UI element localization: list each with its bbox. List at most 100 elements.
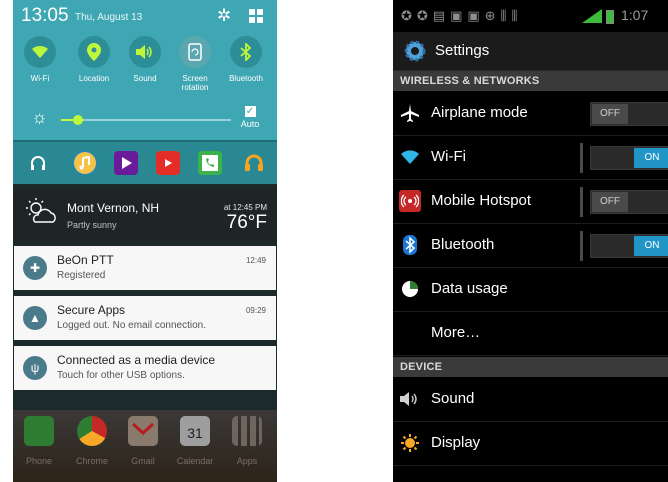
play-store-icon[interactable] xyxy=(114,151,138,175)
toggle-bluetooth[interactable]: Bluetooth xyxy=(221,36,271,83)
home-dock: Phone Chrome Gmail 31 Calendar Apps xyxy=(13,410,277,482)
phone-icon[interactable] xyxy=(198,151,222,175)
brightness-slider[interactable] xyxy=(61,115,231,125)
notification-subtitle: Logged out. No email connection. xyxy=(57,320,206,331)
hotspot-toggle[interactable]: OFF xyxy=(590,190,668,214)
weather-time: at 12:45 PM xyxy=(223,203,267,212)
toggle-state: OFF xyxy=(592,104,628,124)
headphones-icon[interactable] xyxy=(26,151,50,175)
toggle-wifi[interactable]: Wi-Fi xyxy=(15,36,65,83)
dock-calendar[interactable]: 31 Calendar xyxy=(169,416,221,466)
notification-card[interactable]: ψ Connected as a media device Touch for … xyxy=(14,346,276,390)
notification-time: 12:49 xyxy=(245,256,266,265)
youtube-icon[interactable] xyxy=(156,151,180,175)
weather-condition: Partly sunny xyxy=(67,220,117,230)
weather-city: Mont Vernon, NH xyxy=(67,201,160,215)
airplane-icon xyxy=(399,102,421,124)
gmail-icon xyxy=(128,416,158,446)
settings-item-wifi[interactable]: Wi-Fi ON xyxy=(393,135,668,180)
dock-label: Phone xyxy=(25,456,53,466)
grid-icon[interactable] xyxy=(249,9,263,23)
bluetooth-icon xyxy=(240,43,252,61)
settings-item-label: Data usage xyxy=(431,280,508,297)
toggle-label: Bluetooth xyxy=(229,74,263,83)
toggle-sound[interactable]: Sound xyxy=(120,36,170,83)
toggle-label: Sound xyxy=(133,74,157,83)
display-icon xyxy=(399,432,421,454)
settings-item-label: Display xyxy=(431,434,481,451)
page-title: Settings xyxy=(435,42,490,59)
dock-phone[interactable]: Phone xyxy=(13,416,65,466)
notification-card[interactable]: ✚ BeOn PTT Registered 12:49 xyxy=(14,246,276,290)
headphones-orange-icon[interactable] xyxy=(242,151,266,175)
speaker-icon xyxy=(399,388,421,410)
dock-label: Apps xyxy=(236,456,258,466)
clock-time: 13:05 xyxy=(21,5,69,26)
settings-item-display[interactable]: Display xyxy=(393,421,668,466)
toggle-label: Wi-Fi xyxy=(30,74,50,83)
dock-label: Calendar xyxy=(176,456,214,466)
music-note-icon[interactable] xyxy=(73,151,97,175)
settings-item-label: Bluetooth xyxy=(431,236,495,253)
settings-item-label: Wi-Fi xyxy=(431,148,466,165)
apps-grid-icon xyxy=(232,416,262,446)
dock-label: Chrome xyxy=(75,456,108,466)
wifi-icon xyxy=(399,146,421,168)
settings-item-label: Sound xyxy=(431,390,475,407)
settings-item-hotspot[interactable]: Mobile Hotspot OFF xyxy=(393,179,668,224)
status-icons: ✪✪▤▣▣⊕⫼⫼ xyxy=(401,8,523,23)
notification-time: 09:29 xyxy=(245,306,266,315)
dock-gmail[interactable]: Gmail xyxy=(117,416,169,466)
settings-item-airplane[interactable]: Airplane mode OFF xyxy=(393,91,668,136)
notification-title: Secure Apps xyxy=(57,303,126,317)
signal-icon xyxy=(582,9,602,23)
settings-item-more[interactable]: More… xyxy=(393,311,668,356)
clock-date: Thu, August 13 xyxy=(75,12,143,23)
wifi-toggle[interactable]: ON xyxy=(590,146,668,170)
settings-screen: ✪✪▤▣▣⊕⫼⫼ 1:07 Settings WIRELESS & NETWOR… xyxy=(393,0,668,482)
beon-icon: ✚ xyxy=(23,256,47,280)
brightness-auto[interactable]: ✓ Auto xyxy=(235,106,265,129)
battery-icon xyxy=(606,10,614,24)
brightness-thumb[interactable] xyxy=(73,115,83,125)
notification-subtitle: Registered xyxy=(57,270,106,281)
brightness-icon: ☼ xyxy=(31,107,48,127)
shortcut-bar xyxy=(13,140,277,184)
dock-apps[interactable]: Apps xyxy=(221,416,273,466)
data-usage-icon xyxy=(399,278,421,300)
section-title: DEVICE xyxy=(400,361,443,373)
usb-icon: ψ xyxy=(23,356,47,380)
airplane-toggle[interactable]: OFF xyxy=(590,102,668,126)
phone-icon xyxy=(24,416,54,446)
toggle-screen-rotation[interactable]: Screen rotation xyxy=(170,36,220,92)
dock-label: Gmail xyxy=(131,456,155,466)
section-wireless: WIRELESS & NETWORKS xyxy=(393,71,668,91)
notification-title: Connected as a media device xyxy=(57,353,216,367)
settings-gear-icon xyxy=(404,40,426,62)
hotspot-icon xyxy=(399,190,421,212)
checkbox-icon: ✓ xyxy=(244,106,256,117)
weather-temp: 76°F xyxy=(226,212,267,233)
toggle-label: Location xyxy=(78,74,110,83)
notification-status-bar: 13:05 Thu, August 13 ✲ xyxy=(13,0,277,32)
chrome-icon xyxy=(77,416,107,446)
settings-item-data-usage[interactable]: Data usage xyxy=(393,267,668,312)
notification-card[interactable]: ▲ Secure Apps Logged out. No email conne… xyxy=(14,296,276,340)
settings-item-label: Airplane mode xyxy=(431,104,528,121)
settings-item-label: More… xyxy=(431,324,481,341)
section-device: DEVICE xyxy=(393,357,668,377)
settings-item-bluetooth[interactable]: Bluetooth ON xyxy=(393,223,668,268)
toggle-location[interactable]: Location xyxy=(69,36,119,83)
section-title: WIRELESS & NETWORKS xyxy=(400,75,540,87)
toggle-state: ON xyxy=(634,236,668,256)
sound-icon xyxy=(136,45,152,59)
settings-item-sound[interactable]: Sound xyxy=(393,377,668,422)
auto-label: Auto xyxy=(240,119,260,129)
quick-toggles: Wi-Fi Location Sound Screen rotation Blu… xyxy=(13,32,277,100)
weather-widget[interactable]: Mont Vernon, NH Partly sunny at 12:45 PM… xyxy=(13,188,277,242)
toggle-state: ON xyxy=(634,148,668,168)
dock-chrome[interactable]: Chrome xyxy=(66,416,118,466)
bluetooth-toggle[interactable]: ON xyxy=(590,234,668,258)
gear-icon[interactable]: ✲ xyxy=(217,7,231,24)
brightness-bar: ☼ ✓ Auto xyxy=(13,100,277,140)
